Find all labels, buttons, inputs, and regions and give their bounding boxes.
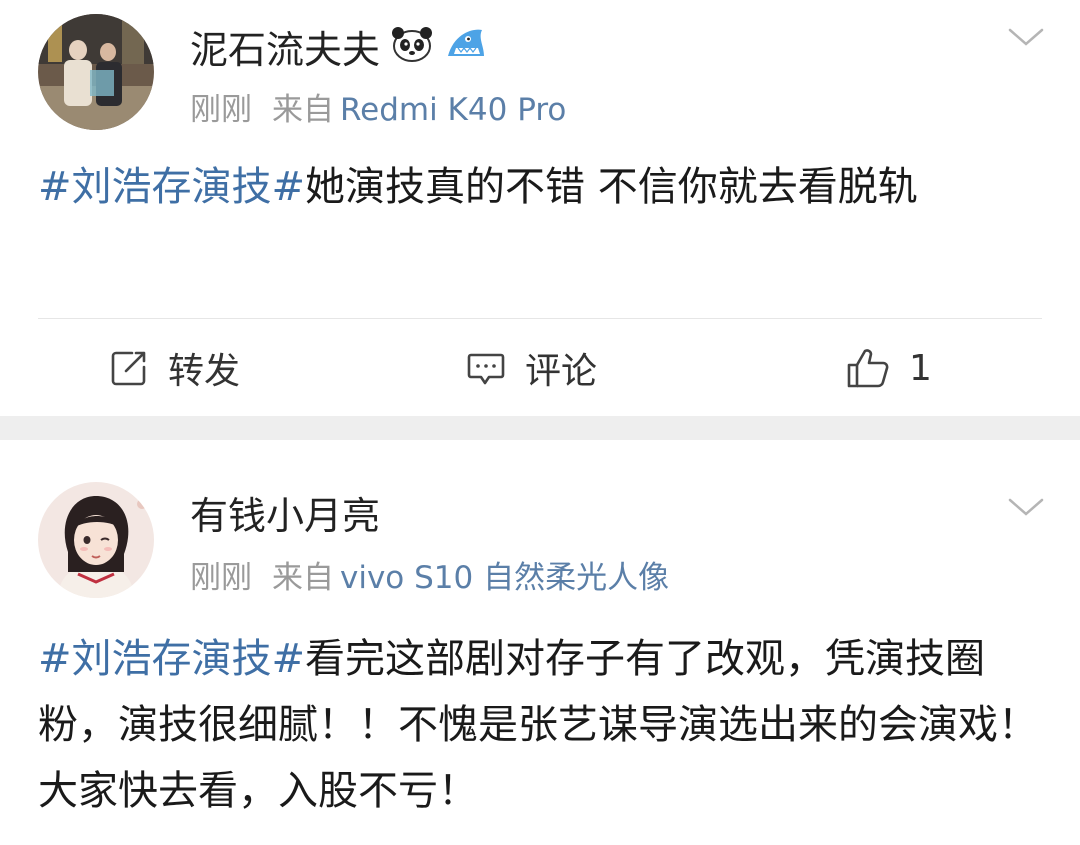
repost-button[interactable]: 转发 (108, 338, 240, 398)
from-label: 来自 (272, 560, 334, 596)
chevron-down-icon[interactable] (1006, 496, 1046, 520)
thumbs-up-icon (845, 345, 891, 391)
post-content: #刘浩存演技#她演技真的不错 不信你就去看脱轨 (38, 154, 1040, 220)
post-text: 她演技真的不错 不信你就去看脱轨 (305, 164, 918, 210)
action-bar: 转发 评论 1 (0, 338, 1080, 398)
repost-label: 转发 (168, 351, 241, 392)
username[interactable]: 有钱小月亮 (190, 492, 380, 540)
action-separator (38, 318, 1042, 319)
repost-icon (108, 347, 150, 389)
username-text: 泥石流夫夫 (190, 27, 381, 72)
weibo-post: 有钱小月亮 刚刚 来自 vivo S10 自然柔光人像 #刘浩存演技#看完这部剧对存… (0, 440, 1080, 845)
hashtag-link[interactable]: #刘浩存演技# (38, 164, 305, 210)
from-label: 来自 (272, 92, 334, 128)
post-time: 刚刚 (190, 92, 252, 128)
comment-button[interactable]: 评论 (465, 338, 597, 398)
username[interactable]: 泥石流夫夫 (190, 24, 488, 75)
post-divider (0, 416, 1080, 440)
weibo-post: 泥石流夫夫 刚刚 来自 Redmi K40 Pro #刘浩存演技#她演技真的不错… (0, 0, 1080, 416)
username-text: 有钱小月亮 (190, 494, 381, 538)
like-count: 1 (909, 347, 932, 389)
post-time: 刚刚 (190, 560, 252, 596)
chevron-down-icon[interactable] (1006, 26, 1046, 50)
device-link[interactable]: Redmi K40 Pro (340, 92, 566, 128)
post-meta: 刚刚 来自 vivo S10 自然柔光人像 (190, 558, 669, 598)
comment-label: 评论 (525, 351, 598, 392)
shark-emoji-icon (444, 24, 488, 75)
hashtag-link[interactable]: #刘浩存演技# (38, 636, 305, 682)
post-meta: 刚刚 来自 Redmi K40 Pro (190, 90, 566, 130)
post-content: #刘浩存演技#看完这部剧对存子有了改观，凭演技圈粉，演技很细腻！！不愧是张艺谋导… (38, 626, 1040, 824)
device-link[interactable]: vivo S10 自然柔光人像 (340, 560, 669, 596)
avatar[interactable] (38, 482, 154, 598)
panda-emoji-icon (390, 24, 434, 75)
avatar[interactable] (38, 14, 154, 130)
like-button[interactable]: 1 (845, 338, 932, 398)
comment-icon (465, 347, 507, 389)
